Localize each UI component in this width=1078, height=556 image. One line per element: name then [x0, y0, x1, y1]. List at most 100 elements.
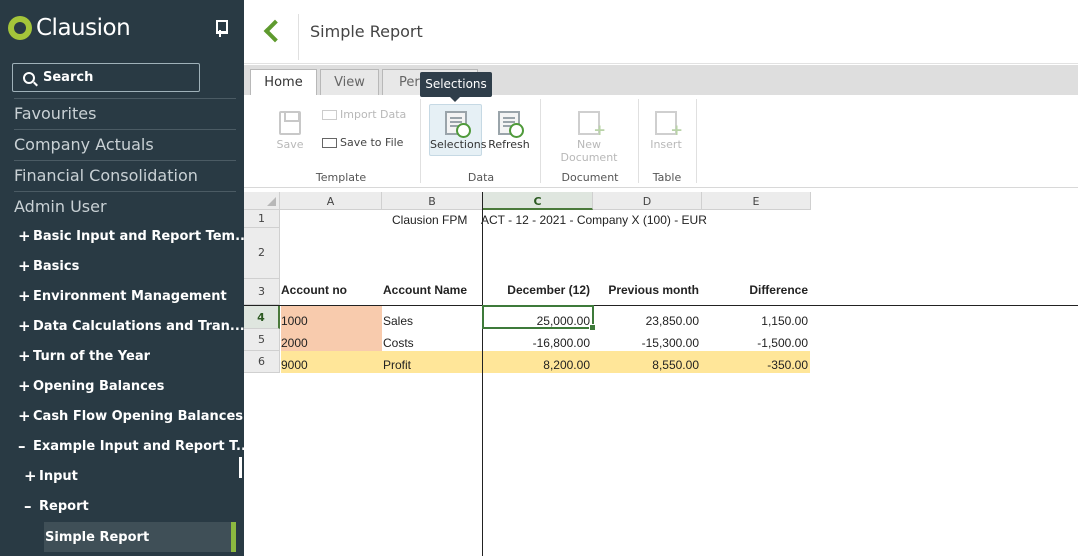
- column-header-e[interactable]: E: [702, 192, 811, 210]
- table-row-difference[interactable]: 1,150.00: [702, 314, 808, 328]
- new-document-icon: [578, 111, 606, 139]
- import-icon: [322, 109, 337, 120]
- selections-label: Selections: [430, 138, 487, 151]
- table-row-previous[interactable]: 23,850.00: [593, 314, 699, 328]
- brand-name: Clausion: [36, 15, 131, 41]
- tree-item-label: Basics: [33, 258, 80, 274]
- tab-home[interactable]: Home: [250, 69, 317, 96]
- back-arrow-icon[interactable]: [262, 20, 276, 42]
- save-to-file-button[interactable]: Save to File: [322, 136, 403, 149]
- pin-icon[interactable]: [214, 20, 228, 38]
- refresh-button[interactable]: Refresh: [488, 111, 530, 151]
- column-header-a[interactable]: A: [280, 192, 382, 210]
- table-row-account-no[interactable]: 9000: [281, 358, 308, 372]
- table-row-december[interactable]: 8,200.00: [483, 358, 590, 372]
- tree-item-basics[interactable]: + Basics: [18, 251, 79, 281]
- table-row-previous[interactable]: -15,300.00: [593, 336, 699, 350]
- save-to-file-label: Save to File: [340, 136, 404, 149]
- tree-item-turn-of-year[interactable]: + Turn of the Year: [18, 341, 150, 371]
- save-button[interactable]: Save: [274, 111, 306, 151]
- new-document-label: New Document: [560, 138, 618, 164]
- header-difference[interactable]: Difference: [702, 283, 808, 297]
- tree-item-environment-management[interactable]: + Environment Management: [18, 281, 227, 311]
- row-header-1[interactable]: 1: [244, 210, 280, 228]
- group-label-template: Template: [315, 171, 367, 184]
- selections-button[interactable]: Selections: [429, 104, 486, 156]
- insert-button[interactable]: Insert: [648, 111, 684, 151]
- group-label-table: Table: [652, 171, 682, 184]
- column-header-c[interactable]: C: [483, 192, 593, 210]
- selected-cell-c4[interactable]: [482, 305, 596, 331]
- freeze-pane-horizontal: [244, 305, 1078, 306]
- tab-view[interactable]: View: [320, 69, 379, 95]
- group-label-data: Data: [467, 171, 495, 184]
- tree-item-label: Cash Flow Opening Balances: [33, 408, 244, 424]
- tree-item-label: Environment Management: [33, 288, 227, 304]
- table-row-account-no[interactable]: 2000: [281, 336, 308, 350]
- tree-item-opening-balances[interactable]: + Opening Balances: [18, 371, 164, 401]
- header-divider: [298, 14, 299, 60]
- header-account-name[interactable]: Account Name: [383, 283, 467, 297]
- section-financial-consolidation[interactable]: Financial Consolidation: [14, 160, 236, 191]
- header-account-no[interactable]: Account no: [281, 283, 347, 297]
- refresh-label: Refresh: [488, 138, 530, 151]
- search-icon: [23, 71, 35, 84]
- spreadsheet[interactable]: A B C D E 1 2 3 4 5 6 Clausion FPM ACT -…: [244, 189, 1078, 556]
- table-row-account-name[interactable]: Profit: [383, 358, 411, 372]
- page-title: Simple Report: [310, 22, 423, 41]
- header-previous-month[interactable]: Previous month: [593, 283, 699, 297]
- logo-icon: [8, 16, 32, 40]
- tree-item-report[interactable]: – Report: [24, 491, 89, 521]
- tree-item-label: Input: [39, 468, 78, 484]
- sidebar-scrollbar[interactable]: [239, 457, 242, 478]
- tree-item-simple-report[interactable]: Simple Report: [44, 522, 236, 552]
- tree-item-label: Basic Input and Report Tem...: [33, 228, 250, 244]
- table-row-difference[interactable]: -350.00: [702, 358, 808, 372]
- tree-item-example-input[interactable]: – Example Input and Report T...: [18, 431, 251, 461]
- report-context-cell[interactable]: ACT - 12 - 2021 - Company X (100) - EUR: [481, 213, 707, 227]
- search-input[interactable]: Search: [12, 63, 200, 92]
- column-header-b[interactable]: B: [382, 192, 483, 210]
- table-row-previous[interactable]: 8,550.00: [593, 358, 699, 372]
- tree-item-basic-input[interactable]: + Basic Input and Report Tem...: [18, 221, 250, 251]
- group-separator: [696, 99, 697, 183]
- section-favourites[interactable]: Favourites: [14, 98, 236, 129]
- insert-table-icon: [655, 111, 683, 139]
- new-document-button[interactable]: New Document: [548, 111, 630, 164]
- expand-icon: +: [18, 287, 31, 305]
- import-data-button[interactable]: Import Data: [322, 108, 406, 121]
- row-header-5[interactable]: 5: [244, 329, 280, 351]
- row-header-4[interactable]: 4: [244, 306, 280, 329]
- expand-icon: +: [18, 257, 31, 275]
- tree-item-input[interactable]: + Input: [24, 461, 78, 491]
- row-header-3[interactable]: 3: [244, 279, 280, 305]
- selections-tooltip: Selections: [420, 72, 492, 102]
- section-admin-user[interactable]: Admin User: [14, 191, 236, 222]
- clausion-logo[interactable]: Clausion: [8, 14, 131, 42]
- insert-label: Insert: [650, 138, 682, 151]
- table-row-account-no[interactable]: 1000: [281, 314, 308, 328]
- section-company-actuals[interactable]: Company Actuals: [14, 129, 236, 160]
- row-header-2[interactable]: 2: [244, 228, 280, 279]
- header-december[interactable]: December (12): [483, 283, 590, 297]
- row-header-6[interactable]: 6: [244, 351, 280, 373]
- report-source-cell[interactable]: Clausion FPM: [392, 213, 467, 227]
- table-row-account-name[interactable]: Costs: [383, 336, 414, 350]
- page-header: Simple Report: [244, 0, 1078, 64]
- group-separator: [540, 99, 541, 183]
- table-row-december[interactable]: -16,800.00: [483, 336, 590, 350]
- table-row-account-name[interactable]: Sales: [383, 314, 413, 328]
- tree-item-label: Report: [39, 498, 89, 514]
- select-all-corner[interactable]: [244, 192, 280, 210]
- selections-icon: [444, 111, 471, 138]
- expand-icon: +: [18, 317, 31, 335]
- tree-item-cash-flow-opening[interactable]: + Cash Flow Opening Balances: [18, 401, 243, 431]
- save-icon: [279, 111, 301, 135]
- expand-icon: +: [18, 227, 31, 245]
- table-row-difference[interactable]: -1,500.00: [702, 336, 808, 350]
- save-label: Save: [276, 138, 304, 151]
- column-header-d[interactable]: D: [593, 192, 702, 210]
- group-separator: [638, 99, 639, 183]
- tree-item-data-calculations[interactable]: + Data Calculations and Tran...: [18, 311, 245, 341]
- collapse-icon: –: [18, 437, 26, 455]
